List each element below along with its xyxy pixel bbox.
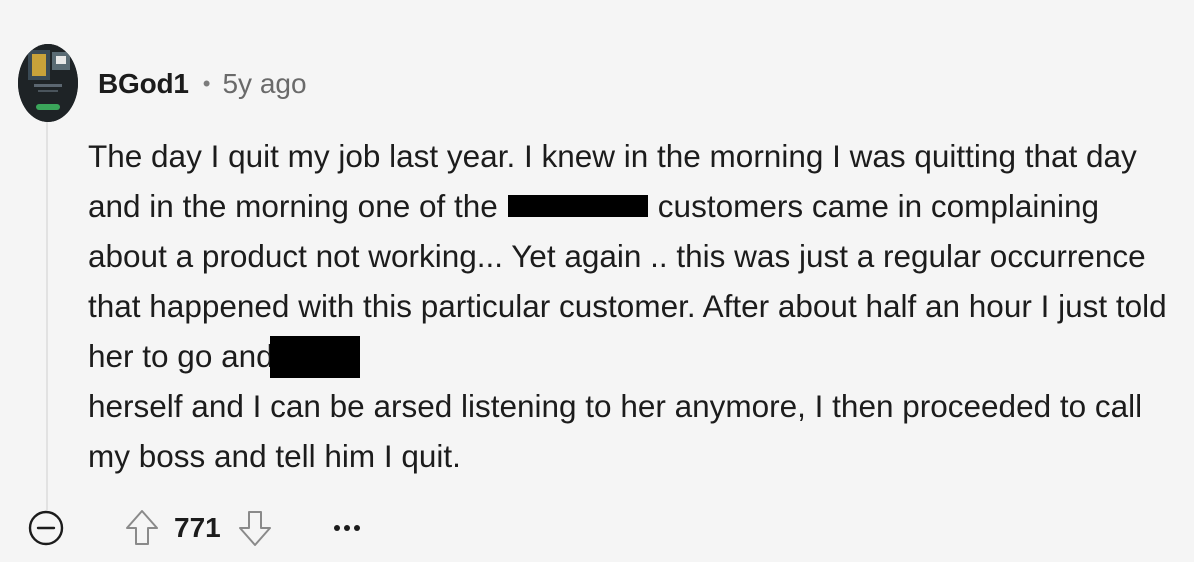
- thread-line[interactable]: [46, 122, 48, 510]
- comment-header: BGod1 • 5y ago: [98, 64, 307, 104]
- separator-dot: •: [202, 71, 211, 96]
- minus-circle-icon: [28, 510, 64, 546]
- ellipsis-icon: [333, 525, 360, 531]
- redaction-bar: [269, 335, 360, 378]
- arrow-down-icon: [238, 511, 271, 546]
- comment-body: The day I quit my job last year. I knew …: [88, 131, 1178, 481]
- vote-score: 771: [174, 512, 221, 543]
- avatar-image: [18, 44, 78, 122]
- user-avatar[interactable]: [18, 44, 78, 122]
- arrow-up-icon: [126, 510, 158, 545]
- redaction-bar: [507, 194, 648, 217]
- comment-text-part-3: herself and I can be arsed listening to …: [88, 388, 1143, 474]
- upvote-button[interactable]: [122, 508, 162, 548]
- downvote-button[interactable]: [235, 508, 275, 548]
- username[interactable]: BGod1: [98, 68, 189, 100]
- more-options-button[interactable]: [325, 508, 369, 548]
- collapse-button[interactable]: [26, 508, 66, 548]
- timestamp[interactable]: 5y ago: [222, 68, 306, 100]
- comment-actions: 771: [26, 506, 369, 550]
